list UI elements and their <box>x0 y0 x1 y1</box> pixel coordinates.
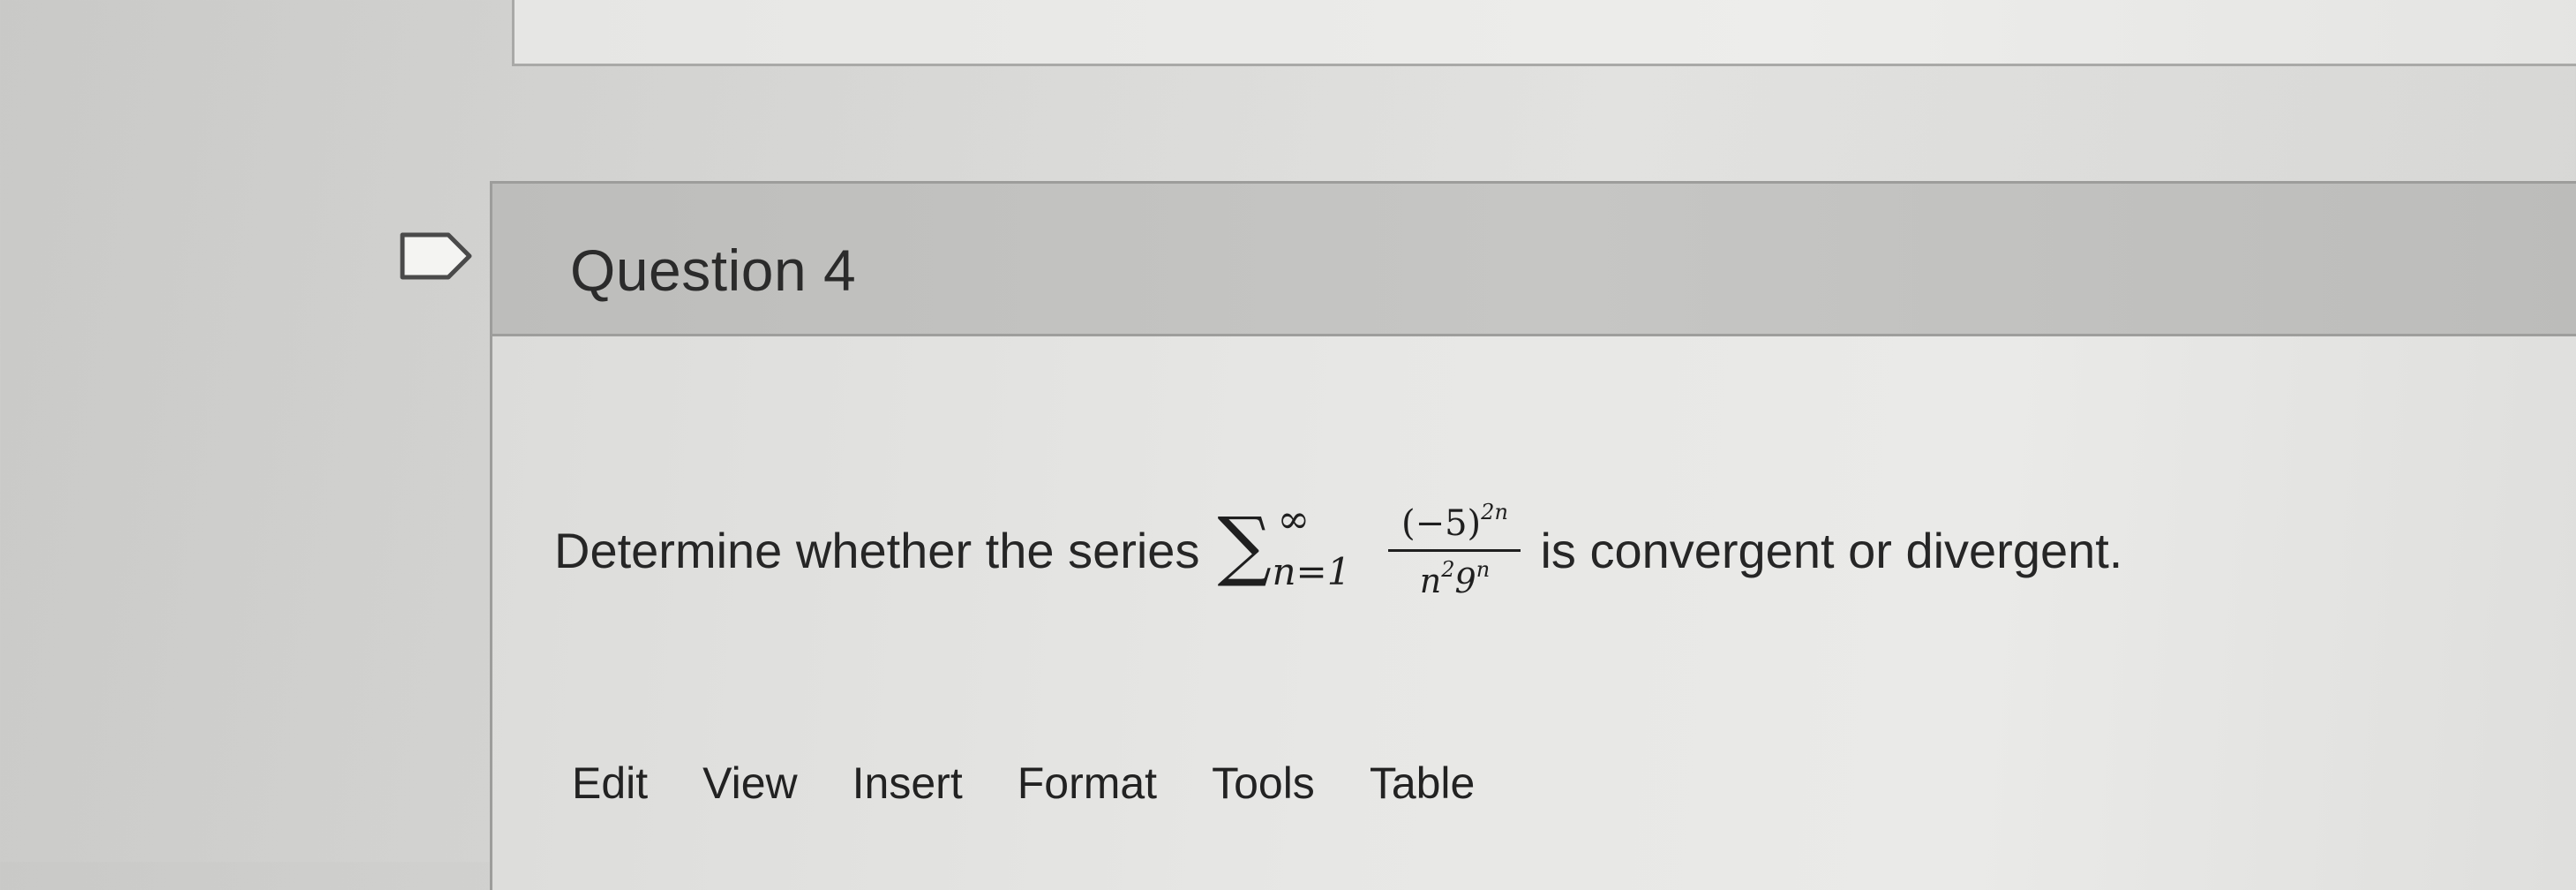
previous-answer-box[interactable] <box>512 0 2576 66</box>
menu-tools[interactable]: Tools <box>1212 758 1315 809</box>
menu-insert[interactable]: Insert <box>852 758 963 809</box>
summation-symbol: ∑ <box>1217 502 1272 590</box>
series-term-fraction: (−5)2n n29n <box>1388 500 1521 600</box>
question-title: Question 4 <box>570 238 857 303</box>
menu-format[interactable]: Format <box>1018 758 1157 809</box>
series-expression: ∑ ∞ n=1 (−5)2n n29n <box>1217 497 1521 603</box>
summation: ∑ ∞ n=1 <box>1217 497 1367 603</box>
prompt-prefix: Determine whether the series <box>554 522 1200 578</box>
fraction-denominator: n29n <box>1419 557 1491 600</box>
summation-lower-limit: n=1 <box>1272 550 1351 593</box>
menu-edit[interactable]: Edit <box>572 758 648 809</box>
flag-icon[interactable] <box>397 230 477 283</box>
prompt-suffix: is convergent or divergent. <box>1540 522 2123 578</box>
menu-view[interactable]: View <box>702 758 797 809</box>
menu-table[interactable]: Table <box>1370 758 1476 809</box>
question-card: Question 4 Determine whether the series … <box>490 181 2576 890</box>
editor-menu-bar: Edit View Insert Format Tools Table <box>572 758 1529 809</box>
summation-upper-limit: ∞ <box>1277 497 1311 542</box>
question-prompt: Determine whether the series ∑ ∞ n=1 (−5… <box>554 497 2122 603</box>
fraction-numerator: (−5)2n <box>1401 500 1508 544</box>
question-header: Question 4 <box>492 184 2576 336</box>
